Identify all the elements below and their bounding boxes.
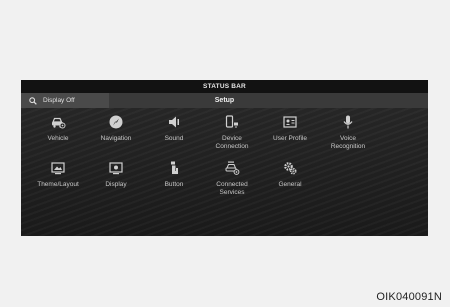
menu-item-button[interactable]: Button <box>145 160 203 196</box>
setup-screen: STATUS BAR Display Off Setup Vehicle Nav… <box>21 80 428 236</box>
menu-label-theme-layout: Theme/Layout <box>37 181 79 188</box>
display-off-button[interactable]: Display Off <box>21 93 109 108</box>
menu-item-theme-layout[interactable]: Theme/Layout <box>29 160 87 196</box>
page-title: Setup <box>214 97 235 104</box>
menu-item-voice-recognition[interactable]: Voice Recognition <box>319 114 377 150</box>
vehicle-icon <box>52 117 66 129</box>
display-off-label: Display Off <box>43 97 75 104</box>
compass-icon <box>109 115 123 129</box>
menu-label-general: General <box>278 181 302 188</box>
setup-menu-grid: Vehicle Navigation Sound Device Connecti… <box>21 108 428 236</box>
menu-label-connected-services: Connected Services <box>216 181 248 196</box>
speaker-icon <box>169 116 179 128</box>
display-icon <box>109 162 123 175</box>
menu-item-connected-services[interactable]: Connected Services <box>203 160 261 196</box>
menu-item-vehicle[interactable]: Vehicle <box>29 114 87 150</box>
user-profile-icon <box>283 116 297 128</box>
menu-label-navigation: Navigation <box>100 135 132 142</box>
connected-services-icon <box>225 161 240 175</box>
gear-icon <box>284 162 297 175</box>
menu-label-voice-recognition: Voice Recognition <box>330 135 366 150</box>
menu-label-vehicle: Vehicle <box>47 135 69 142</box>
menu-label-device-connection: Device Connection <box>215 135 249 150</box>
menu-label-button: Button <box>164 181 184 188</box>
status-bar: STATUS BAR <box>21 80 428 93</box>
search-icon <box>29 96 37 105</box>
microphone-icon <box>343 115 353 129</box>
menu-row-2: Theme/Layout Display Button Connected Se… <box>29 160 319 196</box>
menu-label-display: Display <box>105 181 127 188</box>
status-bar-label: STATUS BAR <box>203 83 246 90</box>
menu-item-navigation[interactable]: Navigation <box>87 114 145 150</box>
setup-header: Display Off Setup <box>21 93 428 108</box>
menu-row-1: Vehicle Navigation Sound Device Connecti… <box>29 114 377 150</box>
menu-item-display[interactable]: Display <box>87 160 145 196</box>
menu-item-device-connection[interactable]: Device Connection <box>203 114 261 150</box>
menu-item-user-profile[interactable]: User Profile <box>261 114 319 150</box>
theme-layout-icon <box>51 162 65 175</box>
figure-reference: OIK040091N <box>376 291 442 303</box>
menu-label-user-profile: User Profile <box>273 135 307 142</box>
menu-item-general[interactable]: General <box>261 160 319 196</box>
menu-item-sound[interactable]: Sound <box>145 114 203 150</box>
hand-button-icon <box>171 161 178 174</box>
device-connection-icon <box>225 115 238 128</box>
menu-label-sound: Sound <box>164 135 184 142</box>
